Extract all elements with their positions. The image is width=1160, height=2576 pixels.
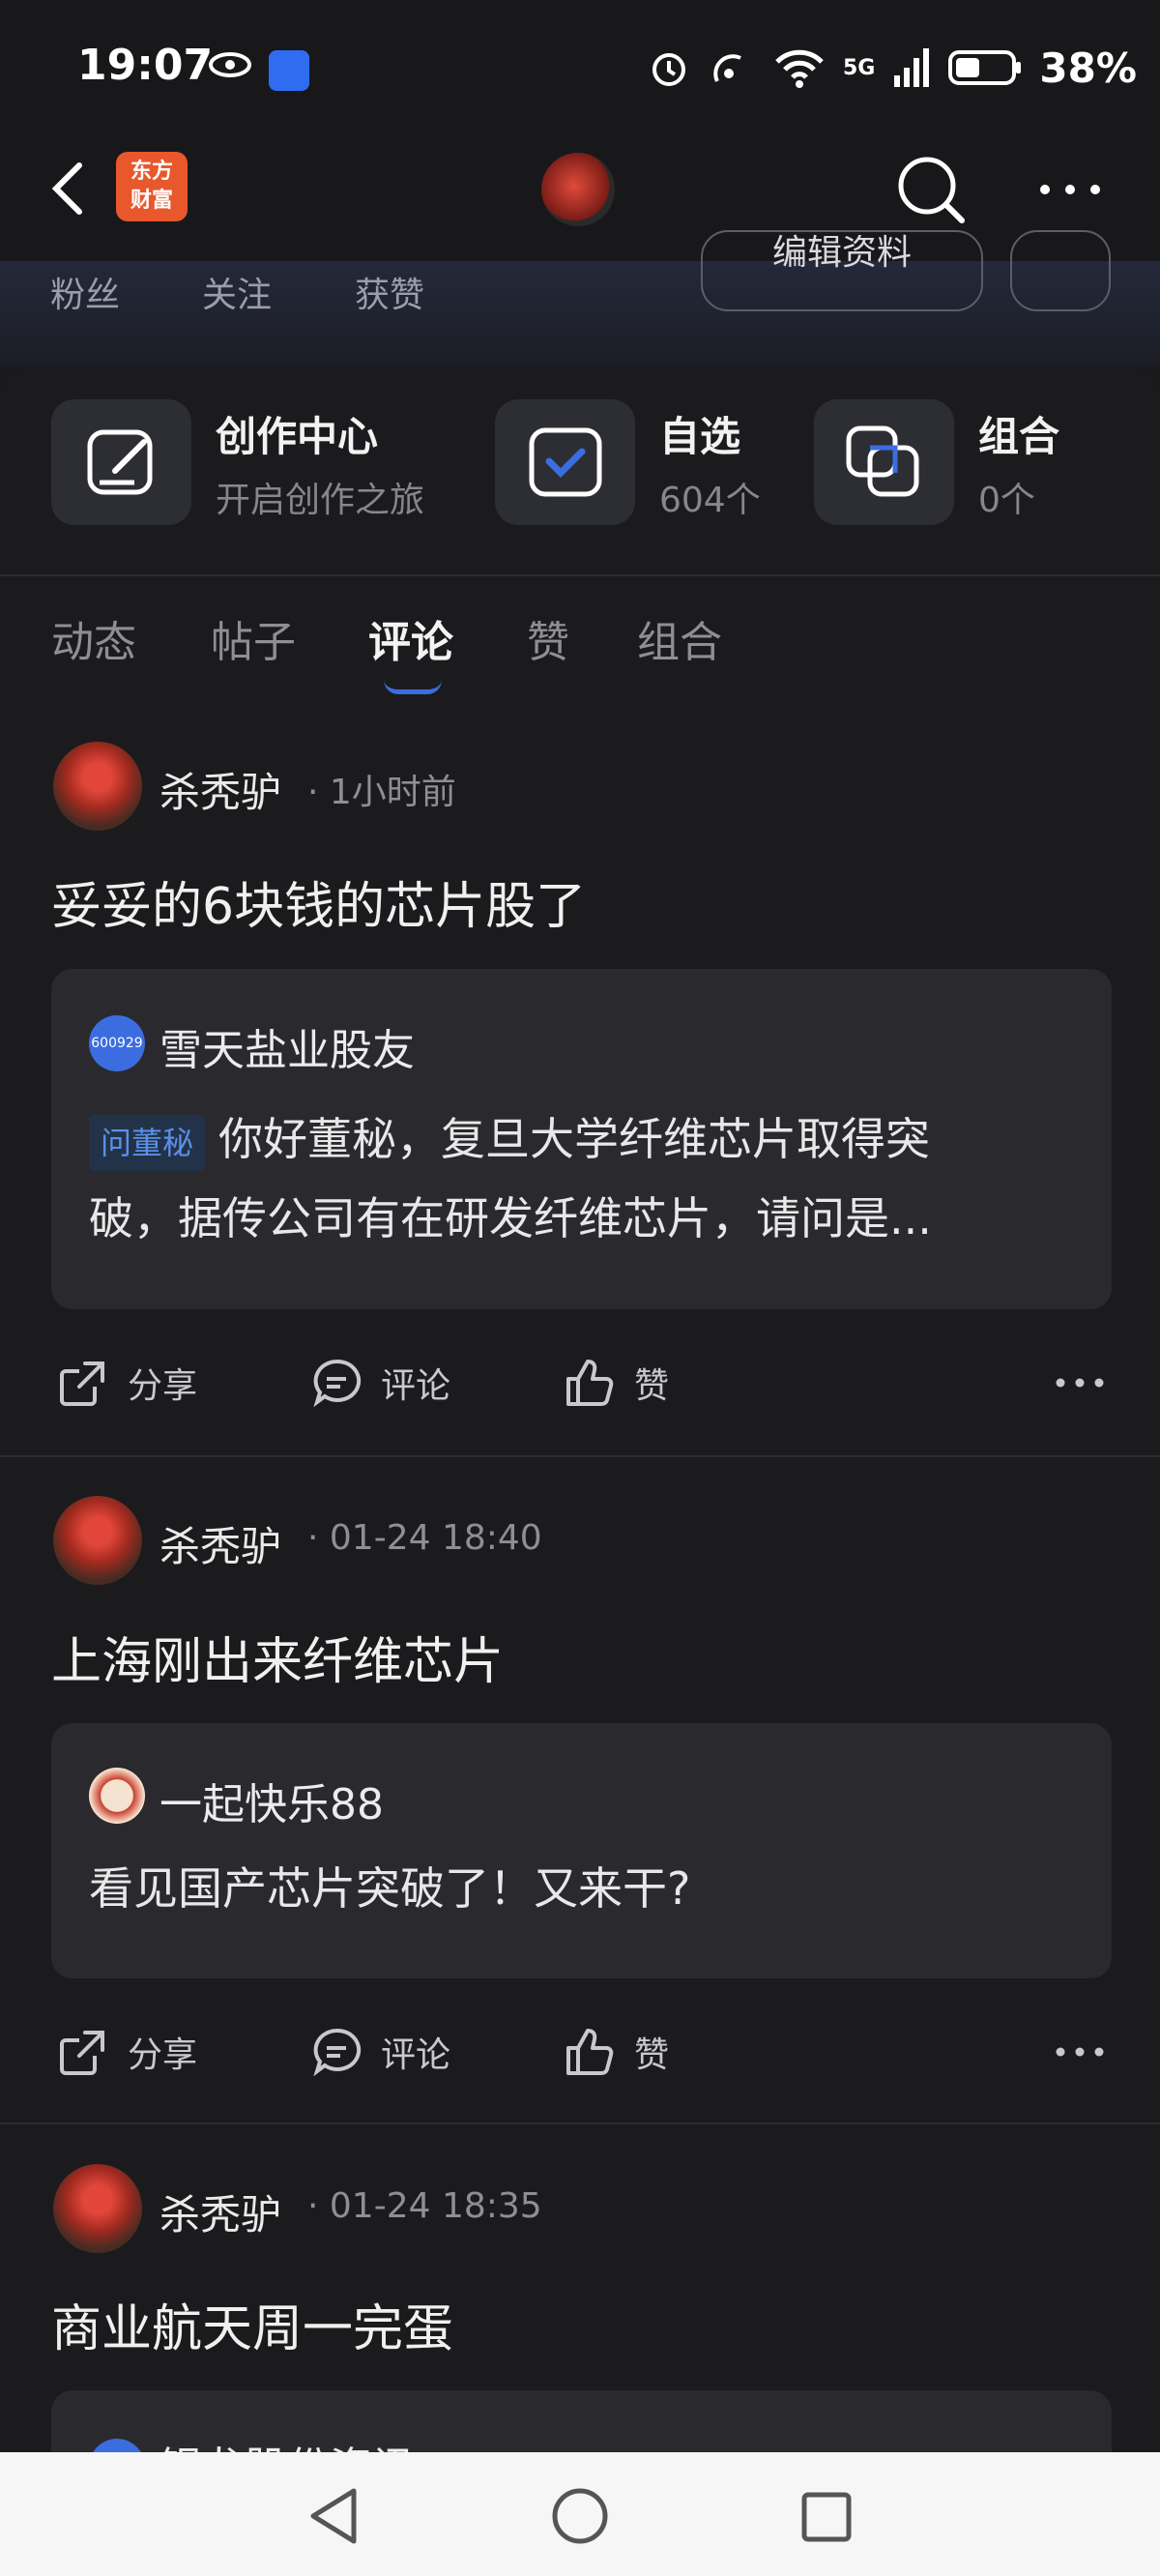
like-label: 赞 [634, 2035, 670, 2075]
thumbs-up-icon [566, 2029, 614, 2075]
share-label: 分享 [128, 1366, 198, 1406]
qr-code-button[interactable] [1010, 230, 1111, 311]
tab-posts[interactable]: 帖子 [211, 607, 296, 669]
fans-label[interactable]: 粉丝 [50, 267, 120, 317]
profile-stats-strip [0, 261, 1160, 367]
battery-percent: 38% [1039, 44, 1137, 92]
status-time: 19:07 [77, 41, 214, 90]
like-button[interactable]: 赞 [563, 1356, 669, 1410]
author-name[interactable]: 杀秃驴 [160, 2182, 281, 2241]
quoted-text: 看见国产芯片突破了！又来干? [89, 1862, 691, 1915]
wifi-icon [775, 49, 824, 88]
like-label: 赞 [634, 1366, 670, 1406]
hotspot-icon [713, 54, 741, 82]
tab-comments[interactable]: 评论 [368, 607, 453, 669]
quoted-author-avatar: 600929 [89, 1015, 145, 1071]
post-time-value: 1小时前 [329, 773, 456, 812]
creation-center-title: 创作中心 [216, 413, 379, 460]
status-icons: 5G 38% [648, 39, 1137, 97]
divider [0, 574, 1160, 576]
network-label: 5G [843, 55, 876, 80]
post-time: · 1小时前 [307, 773, 456, 812]
follow-label[interactable]: 关注 [202, 267, 272, 317]
creation-center-tile[interactable] [51, 399, 191, 525]
creation-center-subtitle: 开启创作之旅 [216, 481, 425, 520]
comment-label: 评论 [381, 2035, 451, 2075]
share-label: 分享 [128, 2035, 198, 2075]
shield-app-icon [269, 50, 309, 91]
share-icon [60, 2031, 104, 2075]
tab-likes[interactable]: 赞 [527, 607, 569, 669]
quoted-text: 问董秘 你好董秘，复旦大学纤维芯片取得突 破，据传公司有在研发纤维芯片，请问是..… [89, 1099, 1085, 1258]
watchlist-title: 自选 [659, 413, 741, 460]
stack-icon [846, 425, 919, 497]
likes-received-label[interactable]: 获赞 [355, 267, 424, 317]
watchlist-tile[interactable] [495, 399, 635, 525]
status-bar: 19:07 5G 38% [0, 0, 1160, 135]
comment-text[interactable]: 上海刚出来纤维芯片 [51, 1621, 504, 1693]
more-icon[interactable] [1039, 184, 1101, 195]
checkbox-icon [529, 427, 602, 497]
quoted-author-name[interactable]: 一起快乐88 [160, 1770, 384, 1831]
system-nav-bar [0, 2452, 1160, 2576]
quoted-line-2: 破，据传公司有在研发纤维芯片，请问是... [89, 1192, 932, 1244]
like-button[interactable]: 赞 [563, 2025, 669, 2079]
profile-avatar[interactable] [541, 153, 615, 226]
active-tab-indicator [384, 680, 442, 694]
portfolio-count: 0个 [978, 481, 1035, 520]
signal-icon [894, 48, 930, 87]
comment-icon [313, 1359, 362, 1408]
thumbs-up-icon [566, 1360, 614, 1406]
share-button[interactable]: 分享 [56, 2025, 197, 2079]
eye-icon [209, 52, 251, 77]
more-icon[interactable] [1056, 2046, 1104, 2058]
tab-portfolio[interactable]: 组合 [637, 607, 722, 669]
author-avatar[interactable] [53, 2164, 142, 2253]
app-logo[interactable]: 东方 财富 [116, 152, 188, 221]
quoted-line-1: 你好董秘，复旦大学纤维芯片取得突 [218, 1113, 931, 1165]
ask-secretary-tag: 问董秘 [89, 1114, 206, 1171]
content-sheet [0, 367, 1160, 2456]
edit-icon [87, 429, 153, 495]
divider [0, 2122, 1160, 2124]
author-avatar[interactable] [53, 1496, 142, 1585]
logo-text-bottom: 财富 [130, 189, 173, 213]
back-arrow-icon[interactable] [46, 160, 95, 218]
nav-back-icon[interactable] [307, 2487, 362, 2545]
author-name[interactable]: 杀秃驴 [160, 760, 281, 819]
comment-text[interactable]: 商业航天周一完蛋 [51, 2288, 453, 2360]
author-name[interactable]: 杀秃驴 [160, 1514, 281, 1573]
nav-home-icon[interactable] [551, 2487, 609, 2545]
alarm-icon [652, 53, 685, 86]
comment-text[interactable]: 妥妥的6块钱的芯片股了 [51, 865, 586, 938]
post-time-value: 01-24 18:35 [329, 2186, 542, 2226]
divider [0, 1455, 1160, 1457]
comment-label: 评论 [381, 1366, 451, 1406]
post-time: · 01-24 18:35 [307, 2186, 542, 2226]
nav-recents-icon[interactable] [800, 2491, 853, 2543]
more-icon[interactable] [1056, 1377, 1104, 1389]
battery-icon [948, 50, 1022, 85]
logo-text-top: 东方 [130, 160, 173, 184]
comment-icon [313, 2028, 362, 2077]
comment-button[interactable]: 评论 [309, 1356, 450, 1410]
search-icon[interactable] [894, 153, 967, 225]
share-button[interactable]: 分享 [56, 1356, 197, 1410]
quoted-author-avatar [89, 1768, 145, 1824]
edit-profile-button[interactable]: 编辑资料 [701, 230, 983, 311]
edit-profile-label: 编辑资料 [771, 233, 912, 273]
watchlist-count: 604个 [659, 481, 761, 520]
tab-dynamics[interactable]: 动态 [51, 607, 136, 669]
post-time: · 01-24 18:40 [307, 1518, 542, 1558]
post-time-value: 01-24 18:40 [329, 1518, 542, 1558]
portfolio-tile[interactable] [814, 399, 954, 525]
comment-button[interactable]: 评论 [309, 2025, 450, 2079]
quoted-author-name[interactable]: 雪天盐业股友 [160, 1015, 415, 1077]
author-avatar[interactable] [53, 742, 142, 831]
portfolio-title: 组合 [978, 413, 1060, 460]
share-icon [60, 1361, 104, 1406]
